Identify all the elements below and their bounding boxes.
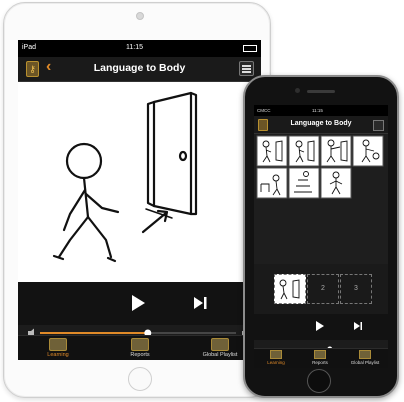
stickman-leg-back (57, 215, 90, 259)
tab-reports[interactable]: Reports (100, 337, 180, 358)
tab-bar: Learning Reports Global Playlist (18, 335, 261, 360)
tab-learning-label: Learning (47, 352, 69, 358)
iphone-volume-slider[interactable] (254, 340, 388, 352)
picture-cards (256, 135, 384, 199)
ipad-device: iPad 11:15 ⚷ ‹ Language to Body Learning… (3, 2, 271, 398)
tab-learning[interactable]: Learning (18, 337, 98, 358)
player-controls (18, 282, 261, 325)
iphone-carrier: CMCC (257, 108, 271, 113)
stickman-body (82, 176, 90, 219)
tab-reports-label: Reports (130, 352, 150, 358)
nav-bar: ⚷ ‹ Language to Body (18, 57, 261, 82)
answer-slots: 2 3 (254, 264, 388, 314)
page-title: Language to Body (93, 62, 186, 74)
iphone-home-button[interactable] (307, 369, 331, 393)
battery-icon (243, 45, 257, 52)
skip-icon (194, 297, 203, 309)
skip-icon (354, 322, 360, 330)
iphone-player-controls (254, 314, 388, 340)
direction-arrow (141, 211, 168, 234)
tab-reports-label: Reports (312, 360, 328, 365)
playlist-icon (359, 350, 371, 359)
menu-icon[interactable] (373, 120, 384, 131)
tab-global-playlist-label: Global Playlist (350, 360, 380, 365)
iphone-time: 11:15 (312, 108, 323, 113)
picture-card (288, 135, 320, 167)
stickman-leg-front (86, 215, 113, 259)
status-bar: iPad 11:15 (18, 40, 261, 57)
playlist-icon (211, 338, 229, 351)
bar-chart-icon (314, 350, 326, 359)
carrier-label: iPad (22, 44, 37, 51)
menu-icon[interactable] (239, 61, 254, 76)
graduation-cap-icon (49, 338, 67, 351)
iphone-screen: CMCC 11:15 Language to Body 2 3 Learning… (254, 105, 388, 368)
illustration-canvas: i (18, 82, 261, 282)
answer-slot-2[interactable]: 2 (307, 274, 339, 304)
ipad-home-button[interactable] (128, 367, 152, 391)
iphone-camera (295, 88, 300, 93)
iphone-nav-bar: Language to Body (254, 116, 388, 134)
picture-card (256, 167, 288, 199)
status-time: 11:15 (126, 44, 143, 51)
ipad-screen: iPad 11:15 ⚷ ‹ Language to Body Learning… (18, 40, 261, 360)
stickman-arm-front (84, 192, 120, 214)
tab-reports[interactable]: Reports (298, 350, 342, 365)
iphone-status-bar: CMCC 11:15 (254, 105, 388, 116)
iphone-page-title: Language to Body (290, 120, 352, 127)
tab-learning-label: Learning (267, 360, 285, 365)
iphone-device: CMCC 11:15 Language to Body 2 3 Learning… (243, 75, 399, 398)
graduation-cap-icon (270, 350, 282, 359)
picture-card (320, 135, 352, 167)
ipad-camera (136, 12, 144, 20)
iphone-tab-bar: Learning Reports Global Playlist (254, 348, 388, 368)
iphone-speaker (307, 90, 335, 93)
bar-chart-icon (131, 338, 149, 351)
volume-slider[interactable] (18, 325, 261, 338)
stickman-head (65, 142, 103, 180)
picture-grid (254, 134, 388, 264)
play-icon (132, 295, 145, 311)
door-knob (178, 150, 188, 162)
answer-slot-1[interactable] (274, 274, 306, 304)
tab-learning[interactable]: Learning (254, 350, 298, 365)
walk-to-door-illustration (52, 91, 198, 263)
play-icon (316, 321, 324, 331)
tab-global-playlist[interactable]: Global Playlist (342, 350, 388, 365)
answer-slot-3[interactable]: 3 (340, 274, 372, 304)
picture-card (256, 135, 288, 167)
